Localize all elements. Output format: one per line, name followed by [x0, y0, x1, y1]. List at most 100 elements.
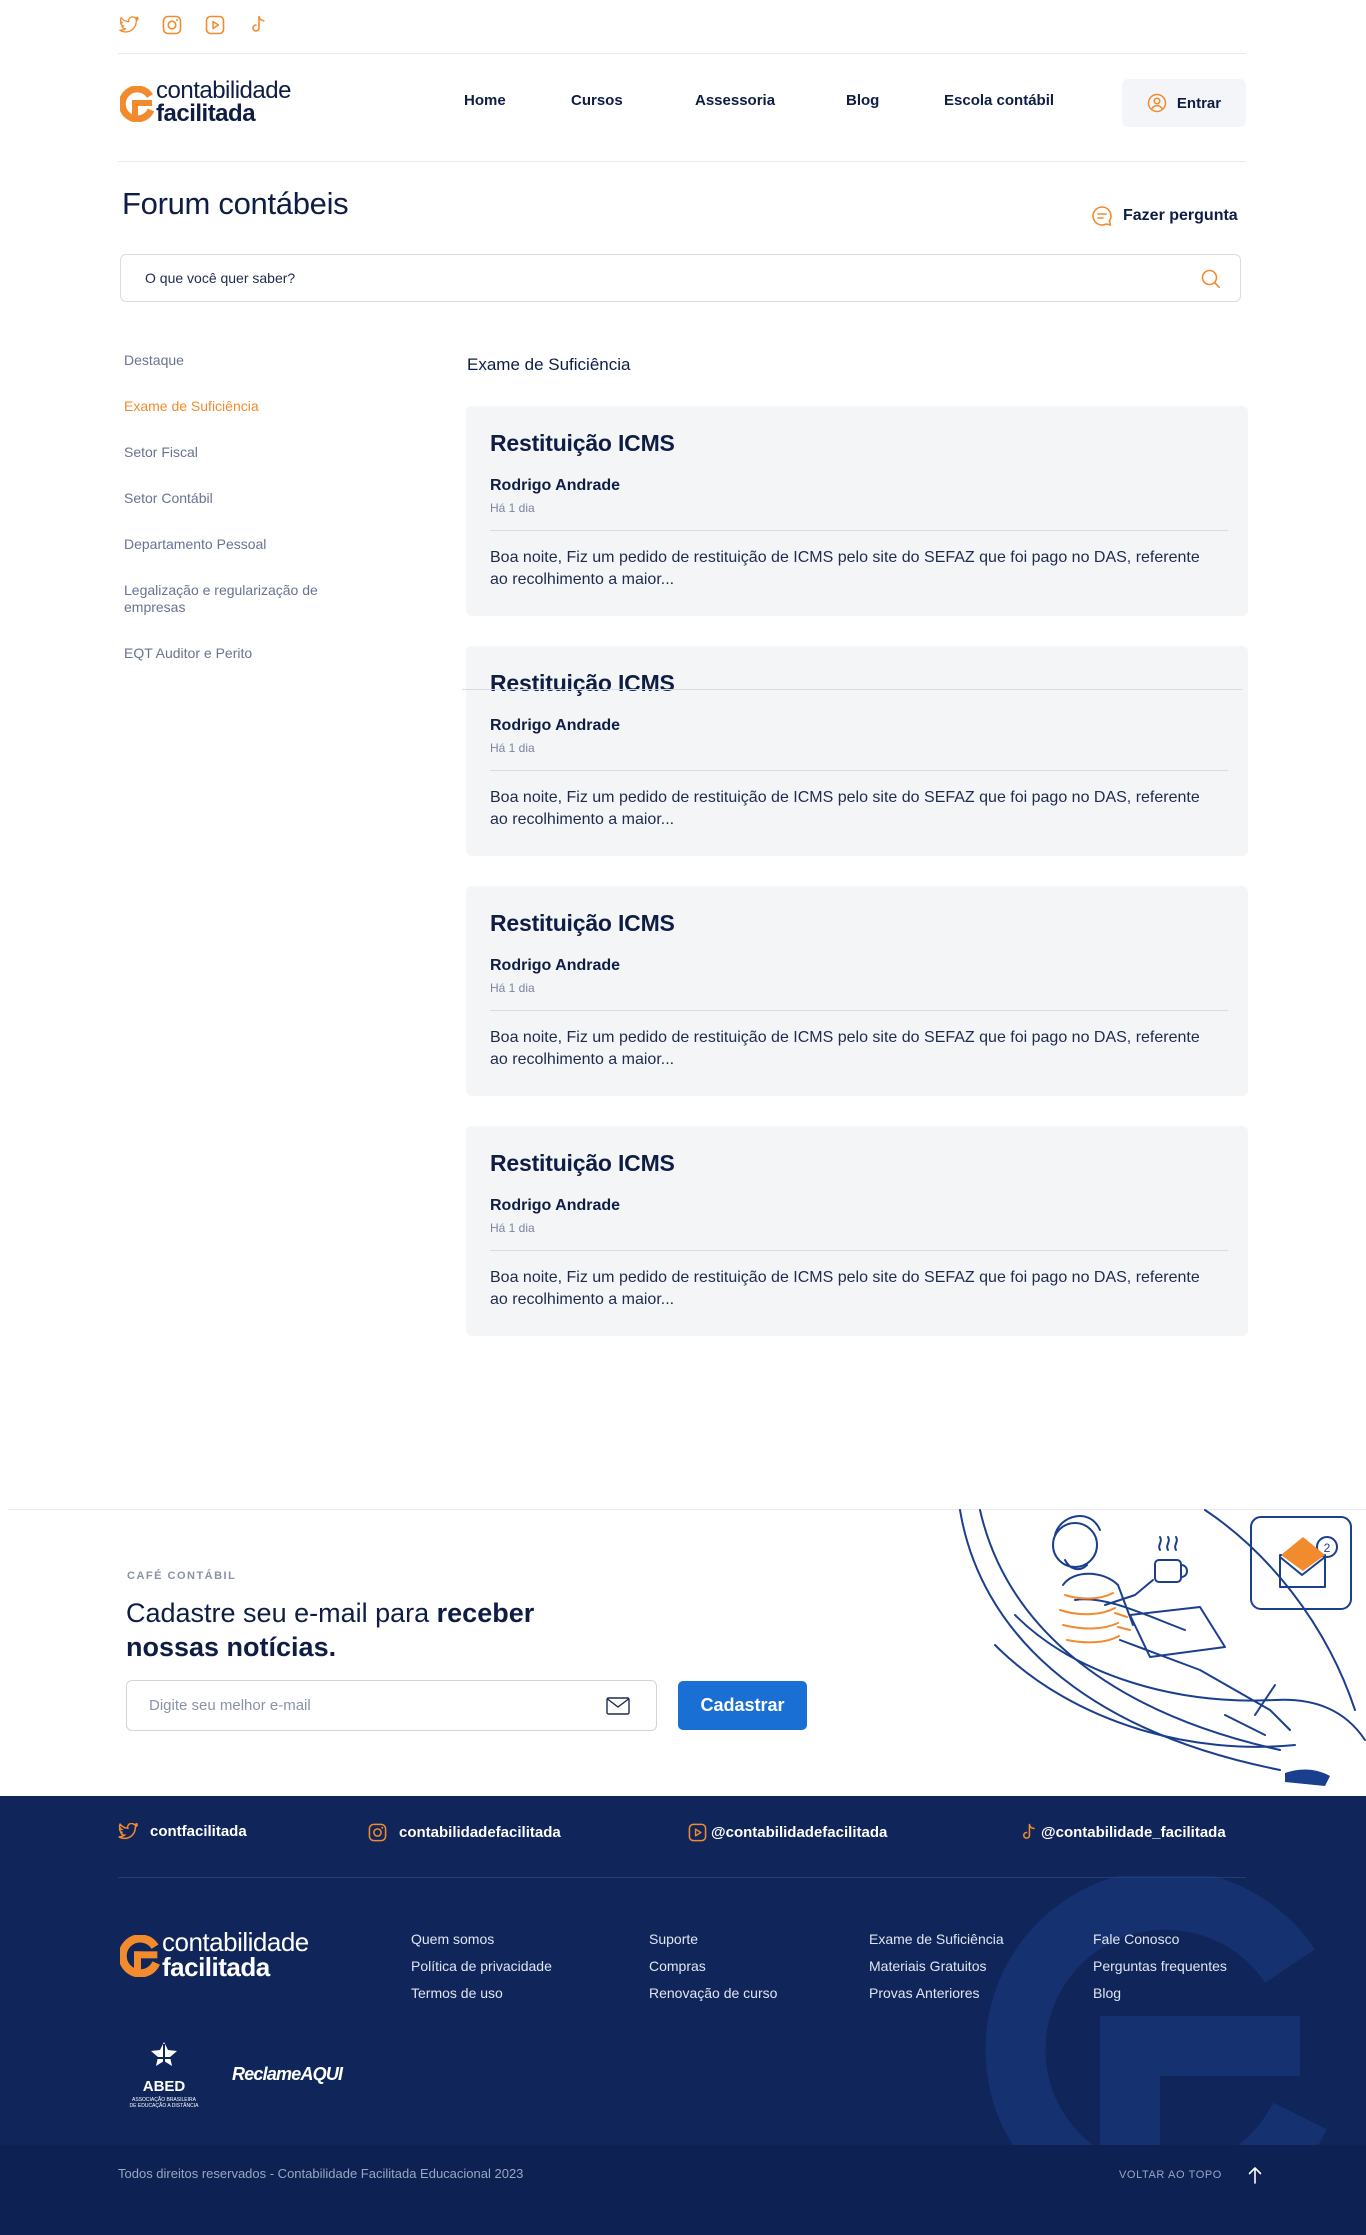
abed-label: ABED	[142, 2078, 186, 2095]
newsletter-title-normal: Cadastre seu e-mail para	[126, 1598, 437, 1628]
stray-divider	[462, 689, 1242, 690]
search-box	[120, 254, 1241, 302]
newsletter-submit-button[interactable]: Cadastrar	[678, 1681, 807, 1730]
post-title[interactable]: Restituição ICMS	[490, 910, 675, 937]
footer-social-tiktok[interactable]: @contabilidade_facilitada	[1020, 1823, 1226, 1842]
logo-mark-icon	[118, 85, 155, 123]
youtube-icon	[688, 1823, 707, 1842]
footer-logo-line-2: facilitada	[162, 1951, 270, 1982]
post-card[interactable]: Restituição ICMS Rodrigo Andrade Há 1 di…	[466, 1126, 1248, 1336]
instagram-icon	[368, 1823, 387, 1842]
newsletter-email-box	[126, 1680, 657, 1731]
post-author: Rodrigo Andrade	[490, 1197, 621, 1214]
post-excerpt: Boa noite, Fiz um pedido de restituição …	[490, 1029, 1200, 1068]
sidebar-item-eqt-auditor[interactable]: EQT Auditor e Perito	[124, 645, 252, 662]
site-logo[interactable]: contabilidade facilitada	[118, 79, 291, 127]
newsletter-title: Cadastre seu e-mail para receber nossas n…	[126, 1596, 606, 1664]
post-title[interactable]: Restituição ICMS	[490, 670, 675, 697]
top-divider	[118, 53, 1246, 54]
post-time: Há 1 dia	[490, 981, 535, 995]
abed-logo-icon	[150, 2042, 178, 2072]
footer-social-youtube[interactable]: @contabilidadefacilitada	[688, 1823, 887, 1842]
login-button[interactable]: Entrar	[1122, 79, 1246, 127]
footer-logo[interactable]: contabilidade facilitada	[118, 1927, 309, 1982]
post-card[interactable]: Restituição ICMS Rodrigo Andrade Há 1 di…	[466, 886, 1248, 1096]
post-divider	[490, 1010, 1228, 1011]
sidebar-item-exame-de-suficiencia[interactable]: Exame de Suficiência	[124, 398, 259, 415]
footer-social-handle: contfacilitada	[150, 1823, 247, 1840]
footer-link-exame[interactable]: Exame de Suficiência	[869, 1931, 1004, 1947]
search-icon[interactable]	[1200, 268, 1222, 290]
login-label: Entrar	[1176, 94, 1222, 112]
footer-social-handle: @contabilidadefacilitada	[711, 1824, 888, 1841]
arrow-up-icon	[1248, 2167, 1262, 2184]
post-excerpt: Boa noite, Fiz um pedido de restituição …	[490, 1269, 1200, 1308]
footer-link-fale-conosco[interactable]: Fale Conosco	[1093, 1931, 1179, 1947]
footer-link-suporte[interactable]: Suporte	[649, 1931, 698, 1947]
footer-link-renovacao[interactable]: Renovação de curso	[649, 1985, 777, 2001]
chat-icon	[1092, 206, 1112, 226]
sidebar-item-setor-fiscal[interactable]: Setor Fiscal	[124, 444, 198, 461]
footer-social-handle: @contabilidade_facilitada	[1041, 1824, 1226, 1841]
post-divider	[490, 530, 1228, 531]
sidebar-item-destaque[interactable]: Destaque	[124, 352, 184, 369]
nav-escola-contabil[interactable]: Escola contábil	[944, 92, 1054, 109]
footer-bottom-bar	[0, 2145, 1366, 2235]
tiktok-icon	[1023, 1823, 1035, 1839]
post-author: Rodrigo Andrade	[490, 477, 621, 494]
instagram-icon[interactable]	[161, 14, 183, 36]
youtube-icon[interactable]	[204, 14, 226, 36]
twitter-icon[interactable]	[118, 14, 140, 36]
footer-link-quem-somos[interactable]: Quem somos	[411, 1931, 494, 1947]
reading-person-illustration: 2	[959, 1509, 1366, 1786]
footer-link-materiais[interactable]: Materiais Gratuitos	[869, 1958, 986, 1974]
ask-question-label: Fazer pergunta	[1123, 207, 1238, 224]
post-time: Há 1 dia	[490, 501, 535, 515]
sidebar-item-setor-contabil[interactable]: Setor Contábil	[124, 490, 213, 507]
footer-link-blog[interactable]: Blog	[1093, 1985, 1121, 2001]
nav-assessoria[interactable]: Assessoria	[695, 92, 775, 109]
abed-badge[interactable]: ABED ASSOCIAÇÃO BRASILEIRA DE EDUCAÇÃO A…	[122, 2040, 206, 2110]
post-title[interactable]: Restituição ICMS	[490, 430, 675, 457]
post-divider	[490, 1250, 1228, 1251]
post-author: Rodrigo Andrade	[490, 957, 621, 974]
footer-link-politica-privacidade[interactable]: Política de privacidade	[411, 1958, 552, 1974]
post-card[interactable]: Restituição ICMS Rodrigo Andrade Há 1 di…	[466, 406, 1248, 616]
post-card[interactable]: Restituição ICMS Rodrigo Andrade Há 1 di…	[466, 646, 1248, 856]
back-to-top-link[interactable]: VOLTAR AO TOPO	[1119, 2166, 1262, 2184]
newsletter-email-input[interactable]	[149, 1681, 589, 1730]
tiktok-icon[interactable]	[247, 14, 269, 36]
back-to-top-label: VOLTAR AO TOPO	[1119, 2169, 1222, 2181]
post-excerpt: Boa noite, Fiz um pedido de restituição …	[490, 549, 1200, 588]
search-input[interactable]	[145, 255, 1145, 301]
footer-divider	[118, 1877, 1246, 1878]
top-social-bar	[118, 14, 269, 36]
footer-link-provas[interactable]: Provas Anteriores	[869, 1985, 980, 2001]
mail-icon	[606, 1697, 630, 1715]
footer-link-compras[interactable]: Compras	[649, 1958, 706, 1974]
footer-logo-line-1: contabilidade	[162, 1927, 309, 1957]
newsletter-title-bold-2: nossas notícias.	[126, 1632, 337, 1662]
footer-link-termos-uso[interactable]: Termos de uso	[411, 1985, 503, 2001]
footer-watermark-logo	[985, 1876, 1327, 2145]
nav-home[interactable]: Home	[464, 92, 506, 109]
copyright-text: Todos direitos reservados - Contabilidad…	[118, 2166, 524, 2181]
ask-question-button[interactable]: Fazer pergunta	[1091, 205, 1238, 227]
notification-count: 2	[1324, 1541, 1331, 1555]
newsletter-title-bold-1: receber	[436, 1598, 535, 1628]
nav-blog[interactable]: Blog	[846, 92, 879, 109]
twitter-icon	[118, 1823, 138, 1840]
section-title: Exame de Suficiência	[467, 355, 631, 374]
footer-social-instagram[interactable]: contabilidadefacilitada	[368, 1823, 561, 1842]
post-title[interactable]: Restituição ICMS	[490, 1150, 675, 1177]
post-excerpt: Boa noite, Fiz um pedido de restituição …	[490, 789, 1200, 828]
footer-link-faq[interactable]: Perguntas frequentes	[1093, 1958, 1227, 1974]
post-time: Há 1 dia	[490, 1221, 535, 1235]
logo-line-2: facilitada	[156, 99, 256, 127]
reclame-aqui-badge[interactable]: ReclameAQUI	[232, 2064, 343, 2085]
sidebar-item-departamento-pessoal[interactable]: Departamento Pessoal	[124, 536, 266, 553]
sidebar-item-legalizacao[interactable]: Legalização e regularização de empresas	[124, 582, 324, 616]
nav-cursos[interactable]: Cursos	[571, 92, 623, 109]
logo-mark-icon	[118, 1934, 160, 1978]
footer-social-twitter[interactable]: contfacilitada	[118, 1823, 247, 1840]
